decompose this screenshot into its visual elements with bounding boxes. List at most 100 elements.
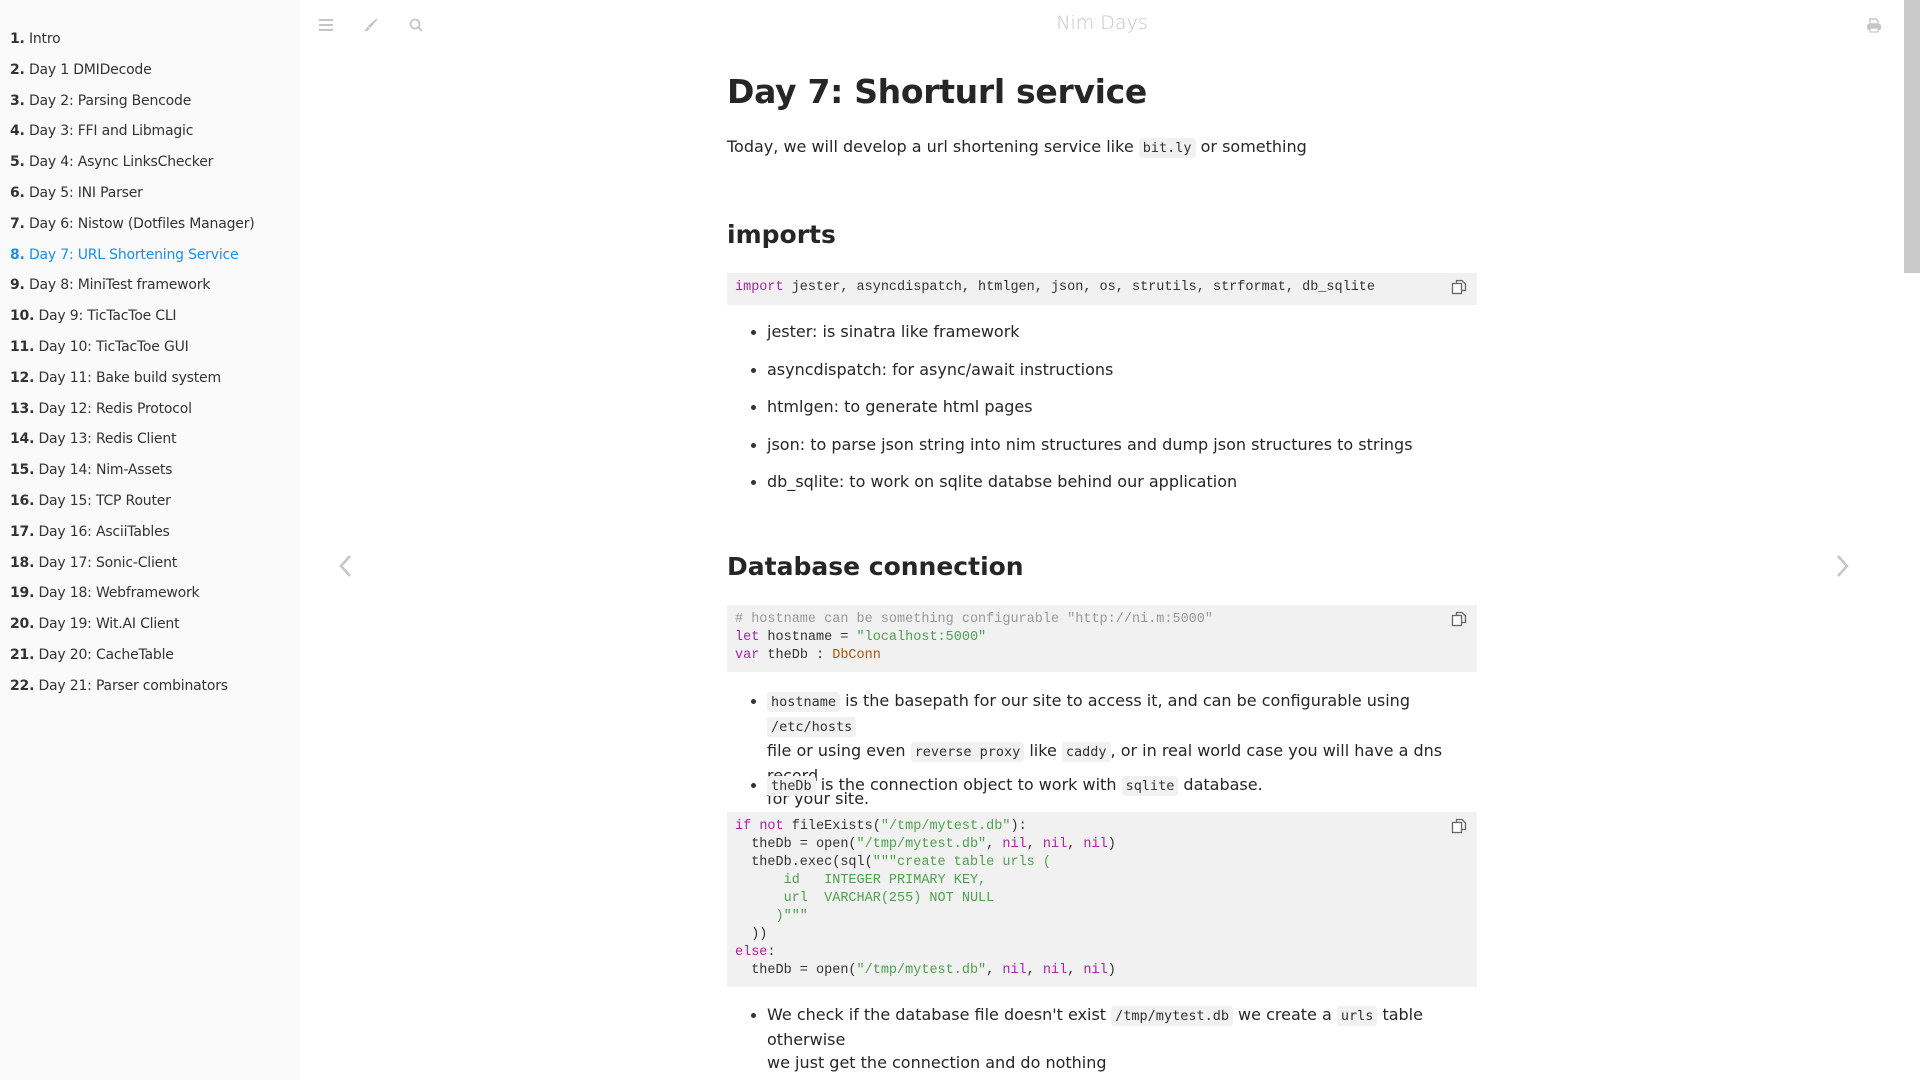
sidebar-item-9[interactable]: 9. Day 8: MiniTest framework [10,274,300,305]
chapter-number: 16. [10,492,35,509]
menu-bar: Nim Days [300,0,1904,50]
section-heading-imports: imports [727,220,836,249]
sidebar-item-2[interactable]: 2. Day 1 DMIDecode [10,59,300,90]
text: database. [1178,775,1263,794]
code-text: theDb.exec(sql( [735,855,873,870]
chapter-label: Day 2: Parsing Bencode [28,92,192,109]
sidebar-item-18[interactable]: 18. Day 17: Sonic-Client [10,552,300,583]
sidebar-item-14[interactable]: 14. Day 13: Redis Client [10,428,300,459]
code-text: fileExists( [783,819,881,834]
chapter-label: Day 9: TicTacToe CLI [38,308,177,325]
inline-code: theDb [767,776,816,796]
imports-list: jester: is sinatra like framework asyncd… [727,320,1477,508]
scrollbar-thumb[interactable] [1904,0,1920,273]
chapter-label: Day 21: Parser combinators [38,677,228,694]
text: is the connection object to work with [815,775,1122,794]
chapter-number: 21. [10,646,35,663]
sidebar-item-1[interactable]: 1. Intro [10,28,300,59]
list-item: asyncdispatch: for async/await instructi… [727,358,1477,396]
sidebar-item-3[interactable]: 3. Day 2: Parsing Bencode [10,90,300,121]
inline-code: urls [1336,1006,1378,1026]
text: we just get the connection and do nothin… [767,1053,1107,1072]
code-string: )""" [735,909,808,924]
chapter-label: Day 13: Redis Client [38,431,177,448]
page-scrollbar[interactable] [1904,0,1920,1080]
chapter-label: Day 3: FFI and Libmagic [28,123,194,140]
chapter-number: 4. [10,123,25,140]
code-string: "/tmp/mytest.db" [856,837,987,852]
chapter-label: Day 16: AsciiTables [38,523,170,540]
print-button[interactable] [1864,15,1884,35]
sidebar-item-22[interactable]: 22. Day 21: Parser combinators [10,675,300,706]
text: is the basepath for our site to access i… [840,691,1410,710]
chapter-label: Intro [28,31,61,47]
code-block-imports: import jester, asyncdispatch, htmlgen, j… [727,273,1477,305]
chapter-number: 11. [10,338,35,355]
book-title: Nim Days [1056,12,1148,34]
code-string: "/tmp/mytest.db" [880,819,1011,834]
print-icon [1867,17,1881,33]
sidebar-item-8[interactable]: 8. Day 7: URL Shortening Service [10,244,300,275]
chapter-number: 2. [10,61,25,78]
chapter-number: 1. [10,31,25,47]
sidebar: 1. Intro 2. Day 1 DMIDecode 3. Day 2: Pars… [0,0,300,1080]
code-keyword: let [735,630,760,645]
intro-paragraph: Today, we will develop a url shortening … [727,137,1307,158]
sidebar-item-15[interactable]: 15. Day 14: Nim-Assets [10,459,300,490]
chapter-label: Day 12: Redis Protocol [38,400,192,417]
sidebar-item-5[interactable]: 5. Day 4: Async LinksChecker [10,151,300,182]
intro-text: Today, we will develop a url shortening … [727,137,1139,156]
copy-icon[interactable] [1451,611,1467,627]
code-keyword: nil [1083,837,1108,852]
sidebar-item-20[interactable]: 20. Day 19: Wit.AI Client [10,613,300,644]
text: we create a [1232,1005,1337,1024]
chapter-label: Day 5: INI Parser [28,184,143,201]
inline-code: hostname [767,692,841,712]
sidebar-item-7[interactable]: 7. Day 6: Nistow (Dotfiles Manager) [10,213,300,244]
chapter-label: Day 14: Nim-Assets [38,462,173,479]
copy-icon[interactable] [1451,279,1467,295]
sidebar-item-10[interactable]: 10. Day 9: TicTacToe CLI [10,305,300,336]
code-keyword: if [735,819,752,834]
list-item: htmlgen: to generate html pages [727,395,1477,433]
sidebar-item-12[interactable]: 12. Day 11: Bake build system [10,367,300,398]
chapter-label: Day 19: Wit.AI Client [38,616,180,633]
chapter-label: Day 11: Bake build system [38,369,221,386]
chevron-left-icon [339,555,351,577]
chevron-right-icon [1837,555,1849,577]
sidebar-item-16[interactable]: 16. Day 15: TCP Router [10,490,300,521]
code-comment: # hostname can be something configurable… [735,612,1213,627]
code-keyword: not [759,819,784,834]
db-init-notes-list: We check if the database file doesn't ex… [727,1003,1477,1074]
text: like [1024,741,1062,760]
chapter-number: 5. [10,154,25,171]
code-text: hostname = [759,630,857,645]
list-item: We check if the database file doesn't ex… [727,1003,1477,1074]
code-keyword: import [735,280,784,295]
sidebar-item-21[interactable]: 21. Day 20: CacheTable [10,644,300,675]
copy-icon[interactable] [1451,818,1467,834]
previous-chapter-button[interactable] [330,548,360,584]
chapter-number: 18. [10,554,35,571]
list-item: jester: is sinatra like framework [727,320,1477,358]
code-text: theDb = open( [735,963,857,978]
sidebar-item-19[interactable]: 19. Day 18: Webframework [10,582,300,613]
sidebar-item-13[interactable]: 13. Day 12: Redis Protocol [10,398,300,429]
code-string: "localhost:5000" [856,630,987,645]
code-keyword: nil [1083,963,1108,978]
chapter-number: 9. [10,277,25,294]
section-heading-database: Database connection [727,552,1024,581]
sidebar-item-6[interactable]: 6. Day 5: INI Parser [10,182,300,213]
code-string: id INTEGER PRIMARY KEY, [735,873,987,888]
code-type: DbConn [832,648,881,663]
list-item: db_sqlite: to work on sqlite databse beh… [727,470,1477,508]
next-chapter-button[interactable] [1828,548,1858,584]
chapter-number: 14. [10,431,35,448]
sidebar-item-17[interactable]: 17. Day 16: AsciiTables [10,521,300,552]
chapter-label: Day 8: MiniTest framework [28,277,211,294]
sidebar-item-4[interactable]: 4. Day 3: FFI and Libmagic [10,120,300,151]
db-notes-list: hostname is the basepath for our site to… [727,689,1477,811]
sidebar-item-11[interactable]: 11. Day 10: TicTacToe GUI [10,336,300,367]
code-text: )) [735,927,768,942]
page-title: Day 7: Shorturl service [727,72,1148,111]
